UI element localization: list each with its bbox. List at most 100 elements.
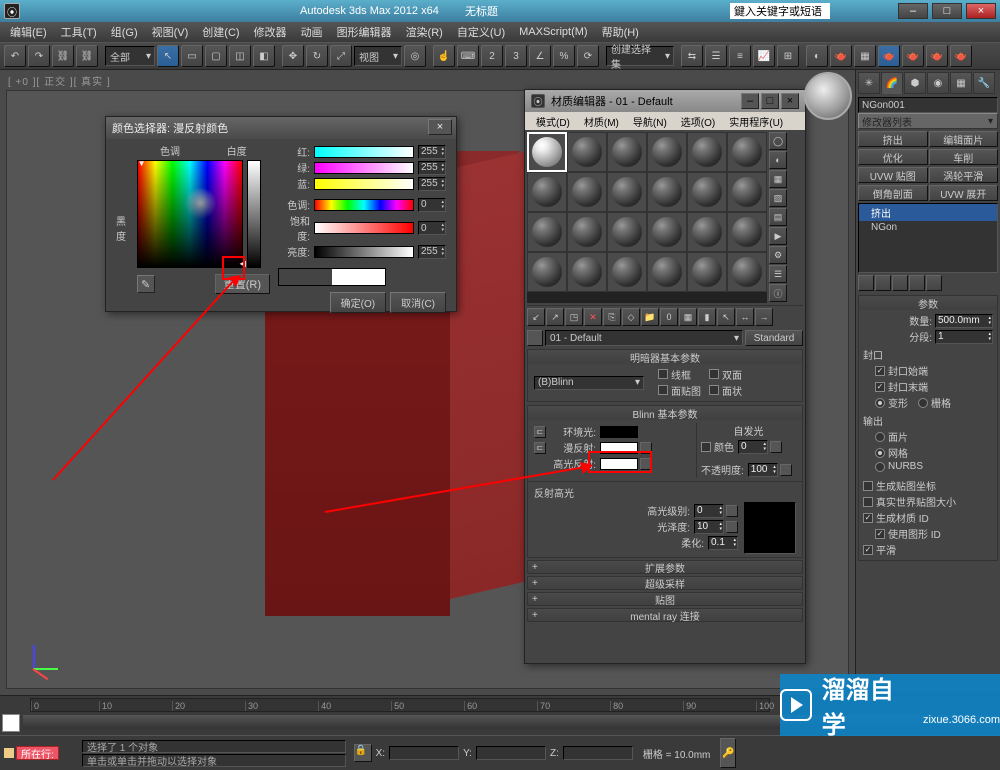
snap-angle-button[interactable]: ∠ <box>529 45 551 67</box>
stack-item-extrude[interactable]: 挤出 <box>859 204 997 221</box>
morph-radio[interactable] <box>875 398 885 408</box>
faced-check[interactable] <box>709 385 719 395</box>
blinn-rollout-header[interactable]: Blinn 基本参数 <box>528 406 802 420</box>
menu-animation[interactable]: 动画 <box>295 22 329 42</box>
key-lock-button[interactable]: 🔑 <box>720 738 736 768</box>
mat-close-button[interactable]: × <box>781 93 799 109</box>
mat-menu-nav[interactable]: 导航(N) <box>628 113 672 130</box>
go-forward-button[interactable]: → <box>755 308 773 326</box>
sample-uv-button[interactable]: ▨ <box>769 189 787 207</box>
red-slider[interactable] <box>314 146 414 158</box>
mirror-button[interactable]: ⇆ <box>681 45 703 67</box>
options-button[interactable]: ⚙ <box>769 246 787 264</box>
select-window-button[interactable]: ◫ <box>229 45 251 67</box>
amount-spinner[interactable]: 500.0mm <box>935 314 993 328</box>
stack-remove-button[interactable] <box>909 275 925 291</box>
sample-slot[interactable] <box>607 252 647 292</box>
stack-item-ngon[interactable]: NGon <box>859 221 997 234</box>
spinner-snap-button[interactable]: ⟳ <box>577 45 599 67</box>
make-copy-button[interactable]: ⎘ <box>603 308 621 326</box>
object-name-field[interactable] <box>858 97 998 113</box>
sample-slot[interactable] <box>647 132 687 172</box>
mat-maximize-button[interactable]: □ <box>761 93 779 109</box>
layers-button[interactable]: ≡ <box>729 45 751 67</box>
mat-minimize-button[interactable]: – <box>741 93 759 109</box>
diffuse-map-button[interactable] <box>640 442 652 454</box>
select-button[interactable]: ↖ <box>157 45 179 67</box>
menu-edit[interactable]: 编辑(E) <box>4 22 53 42</box>
mat-menu-material[interactable]: 材质(M) <box>579 113 624 130</box>
gloss-spinner[interactable]: 10 <box>694 520 724 534</box>
menu-create[interactable]: 创建(C) <box>196 22 245 42</box>
render-prod-button[interactable]: 🫖 <box>902 45 924 67</box>
eyedropper-button[interactable]: ✎ <box>137 275 155 293</box>
scale-button[interactable]: ⤢ <box>330 45 352 67</box>
show-end-button[interactable]: ▮ <box>698 308 716 326</box>
keyboard-button[interactable]: ⌨ <box>457 45 479 67</box>
sample-slot[interactable] <box>607 172 647 212</box>
z-coord[interactable] <box>563 746 633 760</box>
supersample-rollout[interactable]: +超级采样 <box>527 576 803 590</box>
y-coord[interactable] <box>476 746 546 760</box>
select-name-button[interactable]: ▭ <box>181 45 203 67</box>
sample-slot[interactable] <box>727 172 767 212</box>
sample-slot[interactable] <box>607 212 647 252</box>
background-button[interactable]: ▦ <box>769 170 787 188</box>
material-type-button[interactable]: Standard <box>745 330 803 346</box>
speclevel-map-button[interactable] <box>726 505 738 517</box>
genmat-check[interactable] <box>863 513 873 523</box>
location-button[interactable]: 所在行: <box>16 746 59 760</box>
assign-button[interactable]: ◳ <box>565 308 583 326</box>
refcoord-dropdown[interactable]: 视图 <box>354 46 402 66</box>
modbtn-optimize[interactable]: 优化 <box>858 149 928 165</box>
panel-tab-utilities[interactable]: 🔧 <box>973 72 995 94</box>
make-preview-button[interactable]: ▶ <box>769 227 787 245</box>
sample-slot[interactable] <box>527 172 567 212</box>
mat-menu-options[interactable]: 选项(O) <box>676 113 720 130</box>
go-sibling-button[interactable]: ↔ <box>736 308 754 326</box>
select-by-mat-button[interactable]: ☰ <box>769 265 787 283</box>
curve-editor-button[interactable]: 📈 <box>753 45 775 67</box>
menu-customize[interactable]: 自定义(U) <box>451 22 511 42</box>
shader-rollout-header[interactable]: 明暗器基本参数 <box>528 350 802 364</box>
ok-button[interactable]: 确定(O) <box>330 292 386 313</box>
speclevel-spinner[interactable]: 0 <box>694 504 724 518</box>
segments-spinner[interactable]: 1 <box>935 330 993 344</box>
specular-swatch[interactable] <box>600 458 638 470</box>
color-picker-title[interactable]: 颜色选择器: 漫反射颜色 × <box>106 117 456 139</box>
sample-slot[interactable] <box>567 132 607 172</box>
modbtn-lathe[interactable]: 车削 <box>929 149 999 165</box>
luminance-slider[interactable]: ◀ <box>247 160 261 268</box>
sample-slot[interactable] <box>567 252 607 292</box>
link-button[interactable]: ⛓ <box>52 45 74 67</box>
stack-configure-button[interactable] <box>926 275 942 291</box>
extended-rollout[interactable]: +扩展参数 <box>527 560 803 574</box>
hue-value[interactable]: 0 <box>418 198 446 212</box>
sample-slot[interactable] <box>687 252 727 292</box>
named-selection[interactable]: 创建选择集 <box>606 46 674 66</box>
put-scene-button[interactable]: ↗ <box>546 308 564 326</box>
sample-slot[interactable] <box>647 252 687 292</box>
unlink-button[interactable]: ⛓ <box>76 45 98 67</box>
sample-slot[interactable] <box>527 252 567 292</box>
shader-dropdown[interactable]: (B)Blinn <box>534 376 644 390</box>
color-swatch-compare[interactable] <box>278 268 386 286</box>
reset-button[interactable]: ✕ <box>584 308 602 326</box>
quick-render-button[interactable]: 🫖 <box>950 45 972 67</box>
align-button[interactable]: ☰ <box>705 45 727 67</box>
rotate-button[interactable]: ↻ <box>306 45 328 67</box>
opacity-map-button[interactable] <box>780 464 792 476</box>
lock-selection-button[interactable]: 🔒 <box>354 744 372 762</box>
color-picker-close-button[interactable]: × <box>428 119 452 135</box>
green-slider[interactable] <box>314 162 414 174</box>
sample-slot[interactable] <box>607 132 647 172</box>
sample-slot[interactable] <box>687 212 727 252</box>
capend-check[interactable] <box>875 382 885 392</box>
val-slider[interactable] <box>314 246 414 258</box>
sample-slot[interactable] <box>567 172 607 212</box>
pick-material-button[interactable] <box>527 330 543 346</box>
sample-slot-1[interactable] <box>527 132 567 172</box>
show-map-button[interactable]: ▦ <box>679 308 697 326</box>
pivot-button[interactable]: ◎ <box>404 45 426 67</box>
mentalray-rollout[interactable]: +mental ray 连接 <box>527 608 803 622</box>
